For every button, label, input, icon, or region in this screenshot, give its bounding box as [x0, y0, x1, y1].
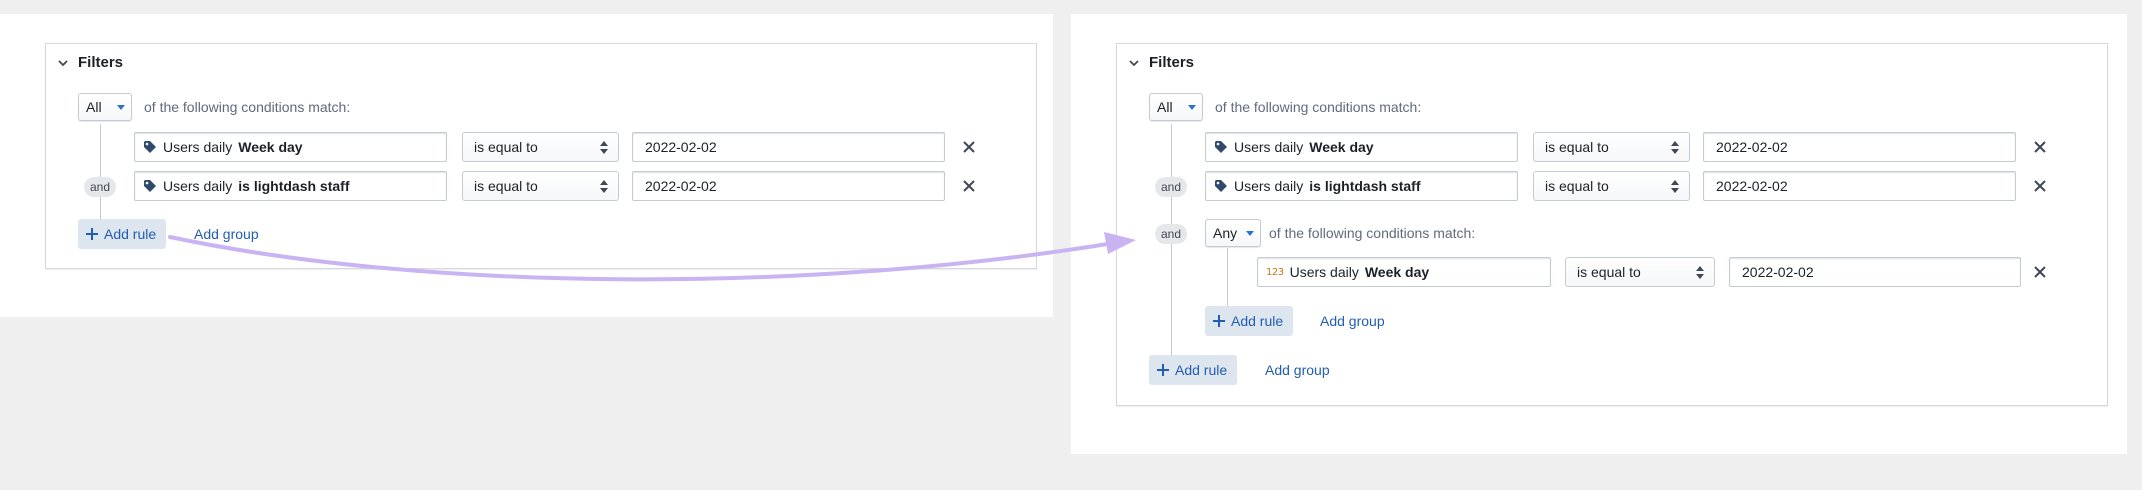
double-caret-icon: [600, 141, 608, 154]
filters-header[interactable]: Filters: [1127, 54, 1194, 71]
add-rule-label: Add rule: [1231, 313, 1284, 329]
caret-down-icon: [117, 105, 125, 110]
remove-rule-button[interactable]: [2031, 177, 2049, 195]
filters-card: Filters All of the following conditions …: [1116, 43, 2108, 406]
operator-select[interactable]: is equal to: [1533, 132, 1690, 162]
operator-value: is equal to: [1577, 264, 1641, 280]
close-icon: [2034, 141, 2046, 153]
field-prefix: Users daily: [163, 178, 233, 194]
value-text: 2022-02-02: [645, 178, 717, 194]
operator-value: is equal to: [1545, 178, 1609, 194]
value-input[interactable]: 2022-02-02: [632, 171, 945, 201]
filters-card: Filters All of the following conditions …: [45, 43, 1037, 269]
tag-icon: [144, 141, 156, 153]
and-connector: and: [84, 177, 116, 197]
value-text: 2022-02-02: [1716, 178, 1788, 194]
remove-rule-button[interactable]: [2031, 138, 2049, 156]
add-group-link[interactable]: Add group: [1265, 355, 1330, 385]
double-caret-icon: [600, 180, 608, 193]
double-caret-icon: [1671, 141, 1679, 154]
match-text: of the following conditions match:: [1215, 99, 1422, 115]
value-input[interactable]: 2022-02-02: [1729, 257, 2021, 287]
add-rule-button[interactable]: Add rule: [78, 219, 167, 249]
remove-rule-button[interactable]: [960, 177, 978, 195]
rule-field-select[interactable]: Users daily Week day: [1205, 132, 1518, 162]
operator-select[interactable]: is equal to: [462, 171, 619, 201]
add-rule-label: Add rule: [104, 226, 157, 242]
field-prefix: Users daily: [163, 139, 233, 155]
close-icon: [963, 180, 975, 192]
filters-header[interactable]: Filters: [56, 54, 123, 71]
add-group-link[interactable]: Add group: [194, 219, 259, 249]
operator-value: is equal to: [1545, 139, 1609, 155]
remove-rule-button[interactable]: [960, 138, 978, 156]
match-mode-value: Any: [1213, 225, 1238, 241]
rule-field-select[interactable]: Users daily Week day: [134, 132, 447, 162]
close-icon: [963, 141, 975, 153]
operator-value: is equal to: [474, 178, 538, 194]
value-text: 2022-02-02: [1716, 139, 1788, 155]
operator-select[interactable]: is equal to: [1533, 171, 1690, 201]
nested-add-rule-button[interactable]: Add rule: [1205, 306, 1294, 336]
match-text: of the following conditions match:: [144, 99, 351, 115]
double-caret-icon: [1671, 180, 1679, 193]
value-input[interactable]: 2022-02-02: [1703, 132, 2016, 162]
field-prefix: Users daily: [1234, 178, 1304, 194]
double-caret-icon: [1696, 266, 1704, 279]
and-connector: and: [1155, 177, 1187, 197]
plus-icon: [1157, 364, 1169, 376]
close-icon: [2034, 266, 2046, 278]
filters-title: Filters: [1149, 54, 1195, 71]
nested-match-text: of the following conditions match:: [1269, 225, 1476, 241]
match-mode-value: All: [86, 99, 102, 115]
filters-title: Filters: [78, 54, 124, 71]
value-text: 2022-02-02: [645, 139, 717, 155]
close-icon: [2034, 180, 2046, 192]
match-mode-value: All: [1157, 99, 1173, 115]
add-rule-label: Add rule: [1175, 362, 1228, 378]
field-name: Week day: [1364, 264, 1430, 280]
value-input[interactable]: 2022-02-02: [1703, 171, 2016, 201]
left-panel: Filters All of the following conditions …: [0, 14, 1053, 317]
and-connector: and: [1155, 224, 1187, 244]
field-prefix: Users daily: [1234, 139, 1304, 155]
tag-icon: [144, 180, 156, 192]
value-input[interactable]: 2022-02-02: [632, 132, 945, 162]
field-name: Week day: [1309, 139, 1374, 155]
operator-select[interactable]: is equal to: [462, 132, 619, 162]
field-prefix: Users daily: [1289, 264, 1359, 280]
tag-icon: [1215, 180, 1227, 192]
add-rule-button[interactable]: Add rule: [1149, 355, 1238, 385]
tag-icon: [1215, 141, 1227, 153]
rule-field-select[interactable]: Users daily is lightdash staff: [134, 171, 447, 201]
right-panel: Filters All of the following conditions …: [1071, 14, 2127, 454]
chevron-down-icon[interactable]: [56, 56, 70, 70]
chevron-down-icon[interactable]: [1127, 56, 1141, 70]
operator-select[interactable]: is equal to: [1565, 257, 1715, 287]
remove-rule-button[interactable]: [2031, 263, 2049, 281]
value-text: 2022-02-02: [1742, 264, 1814, 280]
match-mode-select[interactable]: All: [78, 93, 132, 121]
field-name: is lightdash staff: [1309, 178, 1421, 194]
number-type-icon: 123: [1266, 266, 1284, 278]
nested-match-mode-select[interactable]: Any: [1205, 219, 1261, 247]
field-name: Week day: [238, 139, 303, 155]
rule-field-select[interactable]: 123 Users daily Week day: [1257, 257, 1551, 287]
field-name: is lightdash staff: [238, 178, 350, 194]
match-mode-select[interactable]: All: [1149, 93, 1203, 121]
plus-icon: [86, 228, 98, 240]
rule-field-select[interactable]: Users daily is lightdash staff: [1205, 171, 1518, 201]
group-line: [100, 124, 101, 220]
caret-down-icon: [1188, 105, 1196, 110]
nested-add-group-link[interactable]: Add group: [1320, 306, 1385, 336]
caret-down-icon: [1246, 231, 1254, 236]
nested-group-line: [1227, 248, 1228, 312]
operator-value: is equal to: [474, 139, 538, 155]
plus-icon: [1213, 315, 1225, 327]
